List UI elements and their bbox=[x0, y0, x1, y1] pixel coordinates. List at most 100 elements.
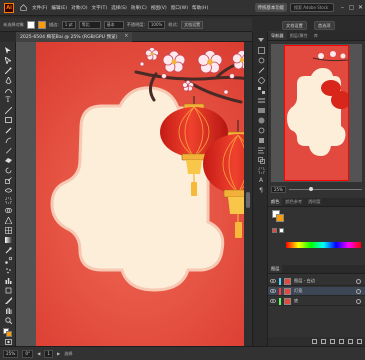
maximize-icon[interactable]: ▢ bbox=[347, 0, 356, 16]
home-icon[interactable] bbox=[18, 3, 28, 13]
color-fill-stroke[interactable] bbox=[272, 210, 284, 222]
zoom-level-field[interactable]: 25% bbox=[3, 349, 19, 358]
menu-view[interactable]: 视图(V) bbox=[149, 5, 169, 11]
new-sublayer-icon[interactable] bbox=[339, 339, 344, 344]
document-tab[interactable]: 2025-6504 梅花Bai @ 25% (RGB/GPU 预览) × bbox=[16, 32, 132, 42]
vertical-scrollbar[interactable] bbox=[244, 42, 252, 346]
shape-builder-tool-icon[interactable] bbox=[3, 206, 13, 214]
menu-help[interactable]: 帮助(H) bbox=[190, 5, 210, 11]
export-icon[interactable] bbox=[312, 339, 317, 344]
direct-selection-tool-icon[interactable] bbox=[3, 56, 13, 64]
tab-libraries[interactable]: 库 bbox=[311, 31, 321, 40]
layer-target-icon[interactable] bbox=[356, 298, 361, 304]
menu-file[interactable]: 文件(F) bbox=[30, 5, 49, 11]
type-tool-icon[interactable]: T bbox=[3, 96, 13, 104]
eye-icon[interactable] bbox=[268, 289, 277, 293]
tab-color[interactable]: 颜色 bbox=[268, 197, 283, 206]
color-spectrum[interactable] bbox=[286, 242, 361, 248]
menu-type[interactable]: 文字(T) bbox=[90, 5, 110, 11]
magic-wand-tool-icon[interactable] bbox=[3, 66, 13, 74]
gradient-panel-icon[interactable] bbox=[257, 106, 265, 114]
rotate-tool-icon[interactable] bbox=[3, 166, 13, 174]
zoom-tool-icon[interactable] bbox=[3, 316, 13, 324]
scale-tool-icon[interactable] bbox=[3, 176, 13, 184]
close-tab-icon[interactable]: × bbox=[124, 33, 128, 39]
layer-row[interactable]: 灯笼 bbox=[268, 287, 365, 296]
tab-color-guide[interactable]: 颜色参考 bbox=[282, 197, 305, 206]
pen-tool-icon[interactable] bbox=[3, 76, 13, 84]
width-tool-icon[interactable] bbox=[3, 186, 13, 194]
layer-name[interactable]: 底 bbox=[294, 298, 356, 304]
layer-row[interactable]: 底 bbox=[268, 297, 365, 306]
navigator-zoom-slider[interactable] bbox=[288, 187, 362, 191]
mesh-tool-icon[interactable] bbox=[3, 226, 13, 234]
artboard-number-field[interactable]: 1 bbox=[44, 349, 53, 358]
document-canvas[interactable] bbox=[16, 42, 252, 346]
layer-name[interactable]: 图层 - 白边 bbox=[294, 278, 356, 284]
brushes-icon[interactable] bbox=[257, 66, 265, 74]
swatches-icon[interactable] bbox=[257, 86, 265, 94]
curvature-tool-icon[interactable] bbox=[3, 86, 13, 94]
tab-navigator[interactable]: 导航器 bbox=[268, 31, 287, 40]
artboard-nav-next-icon[interactable]: ▶ bbox=[57, 351, 60, 356]
opacity-field[interactable]: 100% bbox=[147, 20, 166, 29]
scrollbar-thumb[interactable] bbox=[246, 192, 250, 208]
selection-tool-icon[interactable] bbox=[3, 46, 13, 54]
menu-window[interactable]: 窗口(W) bbox=[169, 5, 190, 11]
paintbrush-tool-icon[interactable] bbox=[3, 126, 13, 134]
document-setup-button-2[interactable]: 文档设置 bbox=[282, 21, 307, 30]
workspace-switcher[interactable]: 传统基本功能 bbox=[254, 3, 287, 12]
panel-collapse-icon[interactable] bbox=[257, 36, 265, 44]
character-icon[interactable]: A bbox=[257, 176, 265, 184]
fill-swatch[interactable] bbox=[26, 20, 35, 29]
menu-select[interactable]: 选择(S) bbox=[109, 5, 129, 11]
layer-row[interactable]: 图层 - 白边 bbox=[268, 277, 365, 286]
layer-name[interactable]: 灯笼 bbox=[294, 288, 356, 294]
locate-object-icon[interactable] bbox=[321, 339, 326, 344]
eraser-tool-icon[interactable] bbox=[3, 156, 13, 164]
pathfinder-icon[interactable] bbox=[257, 156, 265, 164]
navigator-preview[interactable] bbox=[271, 44, 362, 182]
clipping-mask-icon[interactable] bbox=[330, 339, 335, 344]
shaper-tool-icon[interactable] bbox=[3, 136, 13, 144]
stroke-swatch[interactable] bbox=[37, 20, 46, 29]
close-icon[interactable]: ✕ bbox=[356, 0, 365, 16]
properties-icon[interactable] bbox=[257, 46, 265, 54]
artboard-nav-prev-icon[interactable]: ◀ bbox=[37, 351, 40, 356]
last-color-swatch[interactable] bbox=[272, 228, 277, 233]
symbol-sprayer-tool-icon[interactable] bbox=[3, 266, 13, 274]
navigator-view-box[interactable] bbox=[284, 45, 351, 181]
eye-icon[interactable] bbox=[268, 299, 277, 303]
perspective-grid-tool-icon[interactable] bbox=[3, 216, 13, 224]
drawing-modes-icon[interactable] bbox=[3, 338, 13, 346]
line-tool-icon[interactable] bbox=[3, 106, 13, 114]
tab-layers[interactable]: 图层 bbox=[268, 264, 283, 273]
paragraph-icon[interactable]: ¶ bbox=[257, 186, 265, 194]
layer-target-icon[interactable] bbox=[356, 288, 361, 294]
pencil-tool-icon[interactable] bbox=[3, 146, 13, 154]
brush-select[interactable]: 基本 bbox=[103, 20, 124, 29]
variable-width-select[interactable]: 等比 bbox=[78, 20, 101, 29]
white-swatch[interactable] bbox=[279, 228, 284, 233]
artboard[interactable] bbox=[36, 42, 252, 346]
align-icon[interactable] bbox=[257, 146, 265, 154]
preferences-button[interactable]: 首选项 bbox=[314, 21, 335, 30]
graphic-styles-icon[interactable] bbox=[257, 136, 265, 144]
appearance-icon[interactable] bbox=[257, 126, 265, 134]
document-setup-button[interactable]: 文档设置 bbox=[181, 20, 204, 29]
delete-layer-icon[interactable] bbox=[357, 339, 362, 344]
zoom-slider-knob[interactable] bbox=[308, 187, 313, 191]
free-transform-tool-icon[interactable] bbox=[3, 196, 13, 204]
transparency-icon[interactable] bbox=[257, 116, 265, 124]
tab-layers-properties[interactable]: 图层/属性 bbox=[287, 31, 311, 40]
new-layer-icon[interactable] bbox=[348, 339, 353, 344]
blend-tool-icon[interactable] bbox=[3, 256, 13, 264]
artboard-tool-icon[interactable] bbox=[3, 286, 13, 294]
gradient-tool-icon[interactable] bbox=[3, 236, 13, 244]
graph-tool-icon[interactable] bbox=[3, 276, 13, 284]
rectangle-tool-icon[interactable] bbox=[3, 116, 13, 124]
fill-stroke-swatches-icon[interactable] bbox=[3, 327, 13, 337]
transform-icon[interactable] bbox=[257, 166, 265, 174]
eyedropper-tool-icon[interactable] bbox=[3, 246, 13, 254]
hand-tool-icon[interactable] bbox=[3, 306, 13, 314]
